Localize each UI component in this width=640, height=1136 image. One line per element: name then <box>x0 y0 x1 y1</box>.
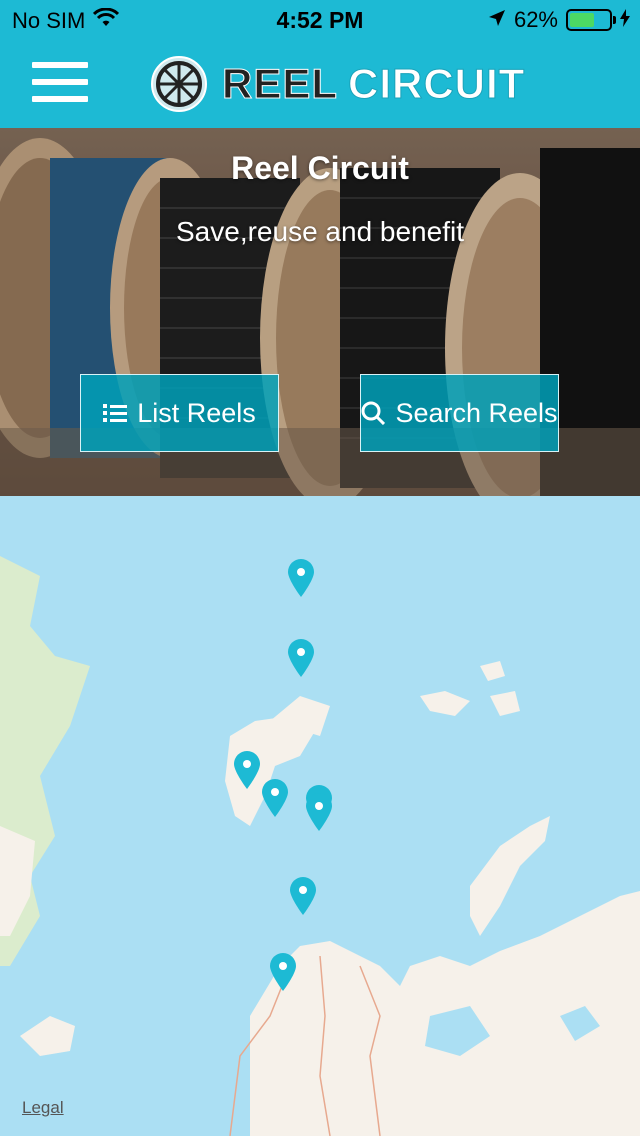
map-pin-icon[interactable] <box>268 952 298 992</box>
hero-banner: Reel Circuit Save,reuse and benefit List… <box>0 128 640 496</box>
map-pin-icon[interactable] <box>232 750 262 790</box>
hamburger-menu-icon[interactable] <box>32 62 88 102</box>
legal-link[interactable]: Legal <box>22 1098 64 1118</box>
list-reels-button[interactable]: List Reels <box>80 374 279 452</box>
hero-title: Reel Circuit <box>231 150 409 186</box>
battery-icon <box>566 9 616 31</box>
map-view[interactable]: Legal <box>0 496 640 1136</box>
search-reels-label: Search Reels <box>395 397 558 428</box>
reel-wheel-icon <box>151 56 207 112</box>
search-reels-button[interactable]: Search Reels <box>360 374 559 452</box>
list-icon <box>103 404 128 422</box>
logo-word-circuit: CIRCUIT <box>348 60 526 108</box>
map-pin-icon[interactable] <box>304 792 334 832</box>
map-pin-icon[interactable] <box>288 876 318 916</box>
list-reels-label: List Reels <box>137 397 256 428</box>
hero-subtitle: Save,reuse and benefit <box>176 216 464 247</box>
navigation-bar: REEL CIRCUIT <box>0 40 640 128</box>
app-logo: REEL CIRCUIT <box>150 54 525 114</box>
logo-word-reel: REEL <box>221 60 339 108</box>
map-pin-icon[interactable] <box>286 558 316 598</box>
status-right: 62% <box>488 7 630 33</box>
battery-fill <box>570 13 594 27</box>
battery-percent: 62% <box>513 7 558 32</box>
logo-text: REEL CIRCUIT <box>221 60 526 108</box>
map-pin-icon[interactable] <box>286 638 316 678</box>
location-arrow-icon <box>488 7 506 33</box>
map-pin-icon[interactable] <box>260 778 290 818</box>
search-icon <box>361 401 386 425</box>
charging-bolt-icon <box>620 7 630 33</box>
status-bar: No SIM 4:52 PM 62% <box>0 0 640 40</box>
